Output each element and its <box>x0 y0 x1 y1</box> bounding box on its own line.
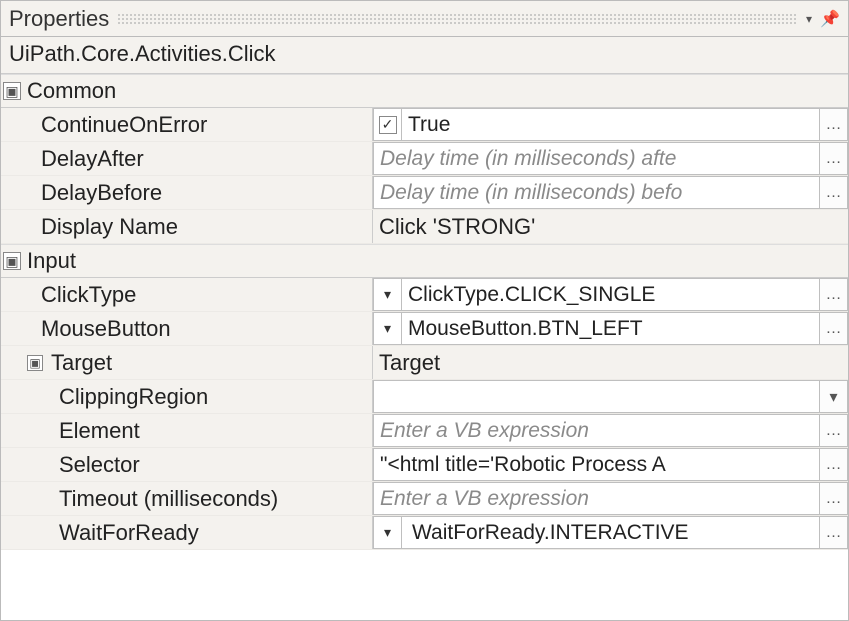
dropdown-button[interactable]: ▾ <box>820 380 848 413</box>
prop-label: WaitForReady <box>1 516 373 549</box>
wait-for-ready-dropdown[interactable]: ▾ <box>373 516 401 549</box>
ellipsis-button[interactable]: … <box>820 448 848 481</box>
row-mouse-button: MouseButton ▾ MouseButton.BTN_LEFT … <box>1 312 848 346</box>
row-element: Element Enter a VB expression … <box>1 414 848 448</box>
category-label: Input <box>27 248 76 274</box>
row-delay-after: DelayAfter Delay time (in milliseconds) … <box>1 142 848 176</box>
selector-input[interactable]: "<html title='Robotic Process A <box>373 448 820 481</box>
collapse-icon[interactable]: ▣ <box>3 252 21 270</box>
prop-label: Timeout (milliseconds) <box>1 482 373 515</box>
header-grip <box>117 13 798 25</box>
element-input[interactable]: Enter a VB expression <box>373 414 820 447</box>
row-delay-before: DelayBefore Delay time (in milliseconds)… <box>1 176 848 210</box>
target-value[interactable]: Target <box>373 346 848 379</box>
continue-on-error-checkbox[interactable]: ✓ <box>373 108 401 141</box>
wait-for-ready-value[interactable]: WaitForReady.INTERACTIVE <box>401 516 820 549</box>
clipping-region-input[interactable] <box>373 380 820 413</box>
collapse-icon[interactable]: ▣ <box>3 82 21 100</box>
category-common[interactable]: ▣ Common <box>1 74 848 108</box>
row-target: ▣ Target Target <box>1 346 848 380</box>
continue-on-error-input[interactable]: True <box>401 108 820 141</box>
ellipsis-button[interactable]: … <box>820 516 848 549</box>
row-clipping-region: ClippingRegion ▾ <box>1 380 848 414</box>
display-name-value[interactable]: Click 'STRONG' <box>373 210 848 243</box>
collapse-icon[interactable]: ▣ <box>27 355 43 371</box>
prop-label: DelayAfter <box>1 142 373 175</box>
pin-icon[interactable]: 📌 <box>820 9 840 29</box>
row-wait-for-ready: WaitForReady ▾ WaitForReady.INTERACTIVE … <box>1 516 848 550</box>
prop-label-target: ▣ Target <box>1 346 373 379</box>
prop-label: MouseButton <box>1 312 373 345</box>
ellipsis-button[interactable]: … <box>820 278 848 311</box>
row-click-type: ClickType ▾ ClickType.CLICK_SINGLE … <box>1 278 848 312</box>
prop-label: ClickType <box>1 278 373 311</box>
ellipsis-button[interactable]: … <box>820 142 848 175</box>
panel-title: Properties <box>9 6 109 32</box>
selected-object-name: UiPath.Core.Activities.Click <box>1 37 848 74</box>
prop-label: ContinueOnError <box>1 108 373 141</box>
timeout-input[interactable]: Enter a VB expression <box>373 482 820 515</box>
mouse-button-value[interactable]: MouseButton.BTN_LEFT <box>401 312 820 345</box>
click-type-value[interactable]: ClickType.CLICK_SINGLE <box>401 278 820 311</box>
row-selector: Selector "<html title='Robotic Process A… <box>1 448 848 482</box>
prop-label: Display Name <box>1 210 373 243</box>
category-input[interactable]: ▣ Input <box>1 244 848 278</box>
category-label: Common <box>27 78 116 104</box>
row-continue-on-error: ContinueOnError ✓ True … <box>1 108 848 142</box>
prop-label: ClippingRegion <box>1 380 373 413</box>
prop-label: Element <box>1 414 373 447</box>
row-display-name: Display Name Click 'STRONG' <box>1 210 848 244</box>
ellipsis-button[interactable]: … <box>820 176 848 209</box>
ellipsis-button[interactable]: … <box>820 482 848 515</box>
panel-header: Properties ▾ 📌 <box>1 1 848 37</box>
row-timeout: Timeout (milliseconds) Enter a VB expres… <box>1 482 848 516</box>
ellipsis-button[interactable]: … <box>820 414 848 447</box>
properties-panel: Properties ▾ 📌 UiPath.Core.Activities.Cl… <box>0 0 849 621</box>
ellipsis-button[interactable]: … <box>820 108 848 141</box>
click-type-dropdown[interactable]: ▾ <box>373 278 401 311</box>
prop-label: Selector <box>1 448 373 481</box>
mouse-button-dropdown[interactable]: ▾ <box>373 312 401 345</box>
delay-after-input[interactable]: Delay time (in milliseconds) afte <box>373 142 820 175</box>
prop-label: DelayBefore <box>1 176 373 209</box>
delay-before-input[interactable]: Delay time (in milliseconds) befo <box>373 176 820 209</box>
ellipsis-button[interactable]: … <box>820 312 848 345</box>
window-menu-icon[interactable]: ▾ <box>806 12 812 26</box>
